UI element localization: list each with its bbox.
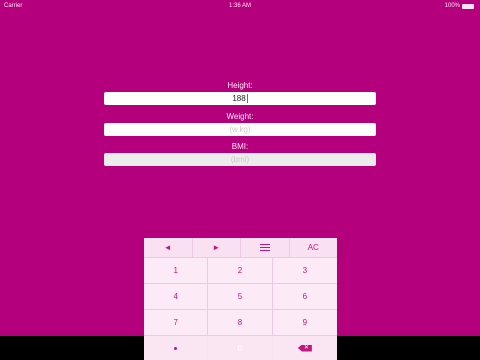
backspace-key[interactable]: ✕ [273,336,337,360]
digit-grid: 1 2 3 4 5 6 7 8 9 [144,258,337,336]
arrow-right-icon: ► [212,243,221,252]
cursor-left-button[interactable]: ◄ [144,238,193,258]
clock: 1:36 AM [228,3,251,9]
weight-field[interactable]: (w.kg) [104,123,376,136]
text-caret [246,94,248,104]
height-field[interactable]: 188 [104,92,376,105]
hamburger-icon [259,244,270,251]
clear-label: AC [307,243,319,252]
status-bar: Carrier 1:36 AM 100% [0,0,480,12]
key-1[interactable]: 1 [144,258,209,284]
bmi-placeholder: (bmi) [230,155,250,164]
keypad-bottom-row: 0 ✕ [144,336,337,360]
height-label: Height: [227,81,253,90]
battery-icon [462,3,474,9]
height-value: 188 [232,94,246,103]
key-5[interactable]: 5 [208,284,273,310]
bmi-field: (bmi) [104,153,376,166]
weight-label: Weight: [226,112,254,121]
battery-fill [463,4,473,8]
decimal-key[interactable] [144,336,209,360]
weight-placeholder: (w.kg) [229,125,251,134]
battery-percent: 100% [444,3,460,9]
clear-button[interactable]: AC [289,238,337,258]
key-7[interactable]: 7 [144,310,209,336]
dot-icon [174,346,178,350]
key-9[interactable]: 9 [272,310,337,336]
keypad-toolbar: ◄ ► AC [144,238,337,258]
battery-indicator: 100% [445,0,474,12]
key-6[interactable]: 6 [272,284,337,310]
backspace-icon: ✕ [297,344,312,352]
key-8[interactable]: 8 [208,310,273,336]
key-2[interactable]: 2 [208,258,273,284]
bmi-label: BMI: [231,142,249,151]
key-0[interactable]: 0 [208,336,273,360]
menu-button[interactable] [241,238,290,258]
cursor-right-button[interactable]: ► [192,238,241,258]
key-4[interactable]: 4 [144,284,209,310]
arrow-left-icon: ◄ [163,243,172,252]
key-3[interactable]: 3 [272,258,337,284]
